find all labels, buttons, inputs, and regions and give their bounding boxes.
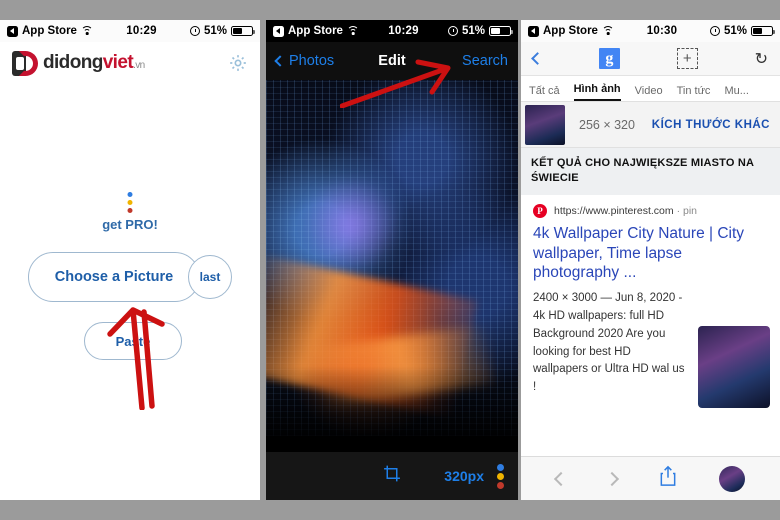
alarm-icon: [709, 26, 720, 36]
logo-text-suffix: .vn: [133, 60, 145, 71]
back-arrow-icon: [7, 25, 18, 37]
battery-icon: [489, 25, 514, 37]
avatar[interactable]: [719, 465, 746, 492]
crop-icon[interactable]: [383, 464, 402, 488]
image-size-label[interactable]: 320px: [444, 468, 484, 484]
battery-icon: [751, 25, 776, 37]
didongviet-logo: didongviet.vn: [12, 50, 145, 77]
status-bar-2: App Store 10:29 51%: [266, 20, 518, 42]
status-back-app-label: App Store: [543, 25, 598, 37]
tab-more[interactable]: Mu...: [724, 85, 748, 101]
photos-back-label: Photos: [289, 53, 335, 69]
status-back-app-1[interactable]: App Store: [7, 25, 93, 37]
status-battery-label-1: 51%: [203, 25, 227, 37]
status-back-app-3[interactable]: App Store: [528, 25, 614, 37]
status-bar-1: App Store 10:29 51%: [0, 20, 260, 42]
edit-nav-bar: Photos Edit Search: [266, 42, 518, 80]
status-right-1: 51%: [189, 25, 256, 37]
photos-back-button[interactable]: Photos: [274, 53, 335, 69]
tab-tat-ca[interactable]: Tất cả: [529, 85, 560, 101]
last-button[interactable]: last: [188, 255, 232, 299]
didongviet-mark-icon: [12, 50, 39, 77]
logo-text-red: viet: [102, 52, 134, 73]
search-category-tabs: Tất cả Hình ảnh Video Tin tức Mu...: [521, 76, 780, 102]
phone-screen-1: App Store 10:29 51% didongviet.vn get PR…: [0, 20, 260, 500]
result-title[interactable]: 4k Wallpaper City Nature | City wallpape…: [533, 224, 768, 283]
paste-button[interactable]: Paste: [84, 322, 182, 360]
tab-hinh-anh[interactable]: Hình ảnh: [573, 83, 621, 101]
screenshot-stage: App Store 10:29 51% didongviet.vn get PR…: [0, 0, 780, 520]
back-arrow-icon: [528, 25, 539, 37]
size-dots[interactable]: [497, 463, 504, 489]
gear-icon[interactable]: [228, 53, 248, 73]
status-time-3: 10:30: [646, 25, 678, 37]
edit-toolbar: 320px: [266, 452, 518, 500]
browser-nav-bar: g + ↻: [521, 42, 780, 76]
status-battery-label-2: 51%: [461, 25, 485, 37]
tab-video[interactable]: Video: [635, 85, 663, 101]
status-battery-label-3: 51%: [723, 25, 747, 37]
phone-screen-2: App Store 10:29 51% Photos Edit Search 3…: [266, 20, 518, 500]
wifi-icon: [601, 26, 614, 36]
status-back-app-label: App Store: [22, 25, 77, 37]
didongviet-wordmark: didongviet.vn: [43, 52, 145, 74]
city-night-photo[interactable]: [266, 80, 518, 436]
browser-toolbar: [521, 456, 780, 500]
back-chevron-icon: [274, 55, 286, 67]
back-chevron-icon[interactable]: [553, 471, 568, 486]
wifi-icon: [346, 26, 359, 36]
tab-tin-tuc[interactable]: Tin tức: [677, 85, 711, 101]
status-time-1: 10:29: [126, 25, 157, 37]
status-right-3: 51%: [709, 25, 776, 37]
logo-text-dark: didong: [43, 52, 103, 73]
pro-dots: [127, 192, 133, 213]
app-header-1: didongviet.vn: [0, 42, 260, 84]
result-url-text: https://www.pinterest.com: [554, 204, 674, 217]
app-body-1: get PRO! Choose a Picture last Paste: [0, 84, 260, 500]
wifi-icon: [80, 26, 93, 36]
query-thumbnail[interactable]: [525, 104, 565, 145]
get-pro-label[interactable]: get PRO!: [0, 217, 260, 232]
share-icon[interactable]: [658, 465, 678, 492]
result-thumbnail[interactable]: [698, 326, 770, 408]
status-time-2: 10:29: [388, 25, 419, 37]
back-arrow-icon: [273, 25, 284, 37]
image-dimensions-label: 256 × 320: [579, 117, 635, 132]
status-back-app-2[interactable]: App Store: [273, 25, 359, 37]
choose-row: Choose a Picture last: [28, 252, 232, 302]
back-chevron-icon[interactable]: [531, 52, 544, 65]
other-sizes-button[interactable]: KÍCH THƯỚC KHÁC: [652, 119, 770, 131]
status-back-app-label: App Store: [288, 25, 343, 37]
result-source-kind: · pin: [676, 204, 697, 217]
forward-chevron-icon[interactable]: [604, 471, 619, 486]
result-source-url: https://www.pinterest.com · pin: [554, 205, 697, 217]
search-button[interactable]: Search: [462, 53, 508, 69]
pinterest-icon: P: [533, 203, 547, 218]
reload-icon[interactable]: ↻: [755, 49, 768, 69]
google-badge-icon[interactable]: g: [598, 48, 620, 69]
choose-a-picture-button[interactable]: Choose a Picture: [28, 252, 200, 302]
status-right-2: 51%: [447, 25, 514, 37]
results-for-heading: KẾT QUẢ CHO NAJWIĘKSZE MIASTO NA ŚWIECIE: [521, 148, 780, 195]
phone-screen-3: App Store 10:30 51% g + ↻ Tất cả Hình ản…: [521, 20, 780, 500]
battery-icon: [231, 25, 256, 37]
status-bar-3: App Store 10:30 51%: [521, 20, 780, 42]
alarm-icon: [189, 26, 200, 36]
new-tab-icon[interactable]: +: [676, 48, 698, 69]
result-source-row: P https://www.pinterest.com · pin: [533, 203, 768, 218]
image-size-row: 256 × 320 KÍCH THƯỚC KHÁC: [521, 102, 780, 148]
alarm-icon: [447, 26, 458, 36]
